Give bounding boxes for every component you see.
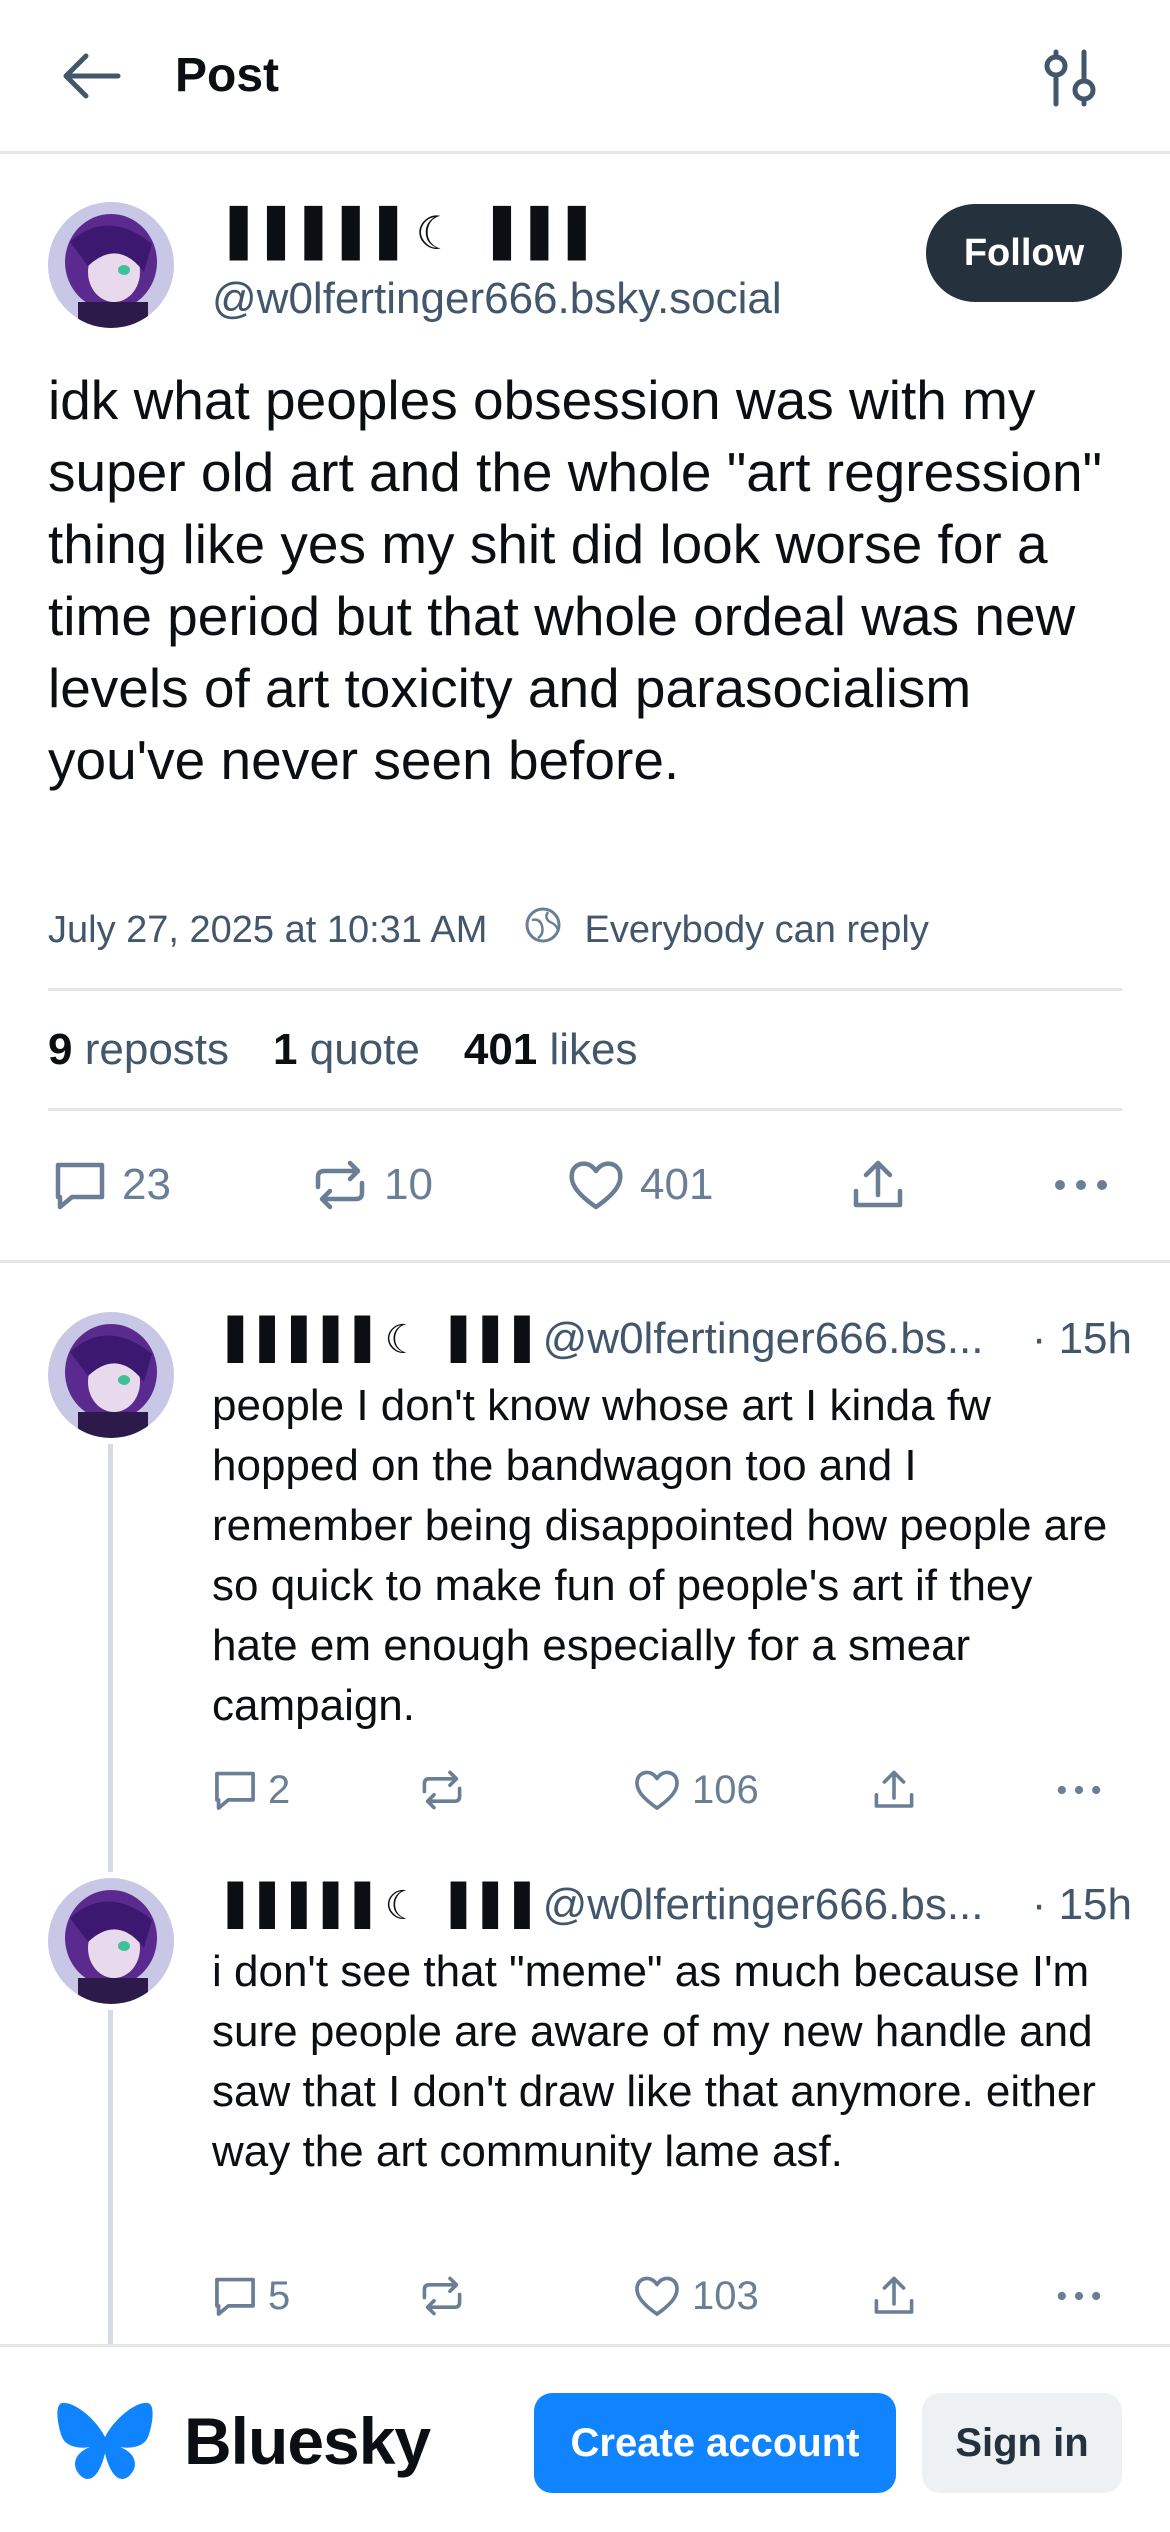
- author-display-name[interactable]: ▐▐▐▐▐ ☾ ▐▐▐: [212, 204, 588, 262]
- thread-line: [108, 2010, 113, 2344]
- reply-header: ▐▐▐▐▐ ☾ ▐▐▐ @w0lfertinger666.bs... · 15h: [212, 1310, 1132, 1368]
- thread-settings-button[interactable]: [1040, 46, 1100, 110]
- author-avatar[interactable]: [48, 202, 174, 328]
- page-title: Post: [175, 49, 280, 102]
- post-meta: July 27, 2025 at 10:31 AM Everybody can …: [48, 900, 1128, 960]
- quotes-stat[interactable]: 1 quote: [273, 1025, 420, 1074]
- reply-button[interactable]: 23: [52, 1150, 171, 1220]
- like-count: 103: [692, 2273, 759, 2318]
- like-icon: [635, 1770, 679, 1810]
- divider: [48, 1108, 1122, 1111]
- repost-button[interactable]: 10: [310, 1150, 433, 1220]
- back-arrow-icon: [63, 53, 121, 99]
- like-icon: [569, 1161, 623, 1210]
- reply-text: i don't see that "meme" as much because …: [212, 1947, 1096, 2176]
- reply-icon: [55, 1162, 105, 1210]
- repost-icon: [422, 1770, 462, 1810]
- section-divider: [0, 1260, 1170, 1263]
- share-icon: [874, 1770, 914, 1808]
- create-account-button[interactable]: Create account: [534, 2393, 896, 2493]
- like-count: 106: [692, 1767, 759, 1812]
- post-timestamp[interactable]: July 27, 2025 at 10:31 AM: [48, 909, 487, 951]
- post-page: Post ▐▐▐▐▐ ☾ ▐▐▐ @w0lfertinger666.bsky.s…: [0, 0, 1170, 2532]
- reply-count: 23: [122, 1160, 171, 1209]
- more-icon: [1057, 2291, 1101, 2301]
- more-options-button[interactable]: [1052, 2266, 1106, 2326]
- reply-display-name[interactable]: ▐▐▐▐▐ ☾ ▐▐▐: [212, 1317, 530, 1363]
- post-text: idk what peoples obsession was with my s…: [48, 369, 1103, 791]
- likes-stat[interactable]: 401 likes: [464, 1025, 638, 1074]
- top-bar: Post: [0, 0, 1170, 154]
- share-button[interactable]: [870, 1760, 918, 1820]
- reply-header: ▐▐▐▐▐ ☾ ▐▐▐ @w0lfertinger666.bs... · 15h: [212, 1876, 1132, 1934]
- bluesky-wordmark: Bluesky: [184, 2404, 431, 2478]
- reposts-stat[interactable]: 9 reposts: [48, 1025, 229, 1074]
- share-icon: [853, 1160, 903, 1208]
- author-handle[interactable]: @w0lfertinger666.bsky.social: [212, 270, 782, 328]
- more-options-button[interactable]: [1048, 1150, 1114, 1220]
- reply-avatar[interactable]: [48, 1878, 174, 2004]
- reply-count: 2: [268, 1767, 291, 1812]
- like-button[interactable]: 401: [566, 1150, 713, 1220]
- reply-button[interactable]: 2: [212, 1760, 290, 1820]
- share-button[interactable]: [870, 2266, 918, 2326]
- share-icon: [874, 2276, 914, 2314]
- globe-icon: [524, 902, 562, 962]
- like-icon: [635, 2276, 679, 2316]
- more-icon: [1055, 1180, 1107, 1190]
- reply-avatar[interactable]: [48, 1312, 174, 1438]
- thread-line: [108, 1444, 113, 1872]
- settings-sliders-icon: [1044, 49, 1096, 107]
- reply-time[interactable]: · 15h: [1032, 1876, 1132, 1934]
- share-button[interactable]: [848, 1150, 908, 1220]
- post-actions: 23 10 401: [48, 1150, 1122, 1220]
- divider: [48, 988, 1122, 991]
- reply-button[interactable]: 5: [212, 2266, 290, 2326]
- reply-setting: Everybody can reply: [584, 909, 929, 951]
- more-options-button[interactable]: [1052, 1760, 1106, 1820]
- like-button[interactable]: 103: [632, 2266, 759, 2326]
- follow-button[interactable]: Follow: [926, 204, 1122, 302]
- more-icon: [1057, 1785, 1101, 1795]
- signup-footer: Bluesky Create account Sign in: [0, 2344, 1170, 2532]
- reply-handle[interactable]: @w0lfertinger666.bs...: [543, 1880, 984, 1929]
- repost-count: 10: [384, 1160, 433, 1209]
- repost-icon: [422, 2276, 462, 2316]
- repost-button[interactable]: [418, 2266, 466, 2326]
- post-stats: 9 reposts 1 quote 401 likes: [48, 1018, 638, 1082]
- like-button[interactable]: 106: [632, 1760, 759, 1820]
- reply-time[interactable]: · 15h: [1032, 1310, 1132, 1368]
- reply-actions: 5 103: [212, 2266, 1112, 2326]
- reply-display-name[interactable]: ▐▐▐▐▐ ☾ ▐▐▐: [212, 1883, 530, 1929]
- sign-in-button[interactable]: Sign in: [922, 2393, 1122, 2493]
- reply-handle[interactable]: @w0lfertinger666.bs...: [543, 1314, 984, 1363]
- back-button[interactable]: [56, 46, 126, 106]
- repost-icon: [315, 1160, 365, 1210]
- repost-button[interactable]: [418, 1760, 466, 1820]
- like-count: 401: [640, 1160, 714, 1209]
- reply-text: people I don't know whose art I kinda fw…: [212, 1381, 1108, 1730]
- reply-icon: [215, 2277, 255, 2316]
- reply-count: 5: [268, 2273, 291, 2318]
- reply-icon: [215, 1771, 255, 1810]
- reply-actions: 2 106: [212, 1760, 1112, 1820]
- bluesky-butterfly-icon[interactable]: [56, 2397, 154, 2485]
